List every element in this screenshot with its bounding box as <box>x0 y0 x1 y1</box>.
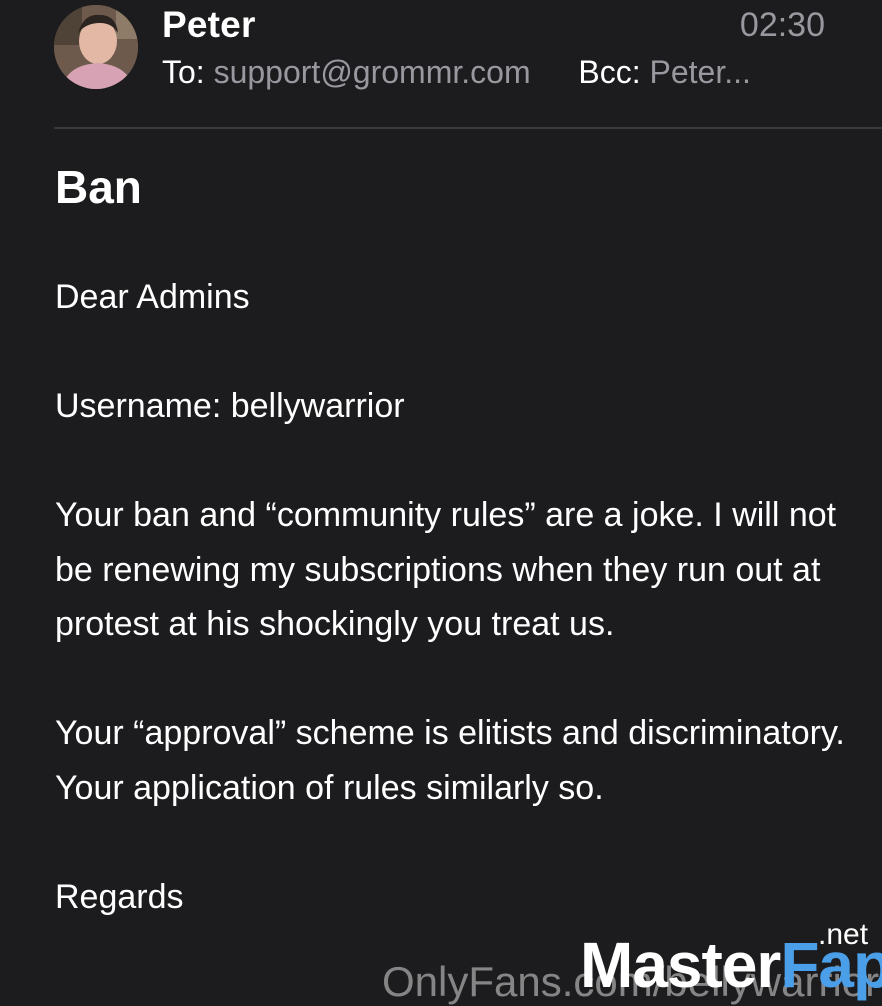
email-time: 02:30 <box>739 6 825 44</box>
sender-avatar[interactable] <box>54 5 138 89</box>
body-paragraph: Username: bellywarrior <box>55 387 405 425</box>
sender-name: Peter <box>162 4 256 45</box>
masterfap-watermark-tld: .net <box>818 918 869 951</box>
body-paragraph: Dear Admins <box>55 278 250 316</box>
email-subject: Ban <box>55 161 142 213</box>
to-label: To: <box>162 54 205 90</box>
body-paragraph: Regards <box>55 877 184 916</box>
body-paragraph: Your “approval” scheme is elitists and d… <box>55 714 845 807</box>
masterfap-watermark-part: Master <box>580 929 781 1001</box>
bcc-address[interactable]: Peter... <box>650 54 751 90</box>
body-paragraph: Your ban and “community rules” are a jok… <box>55 496 837 643</box>
avatar-photo <box>54 5 138 89</box>
recipients-line[interactable]: To: support@grommr.com Bcc: Peter... <box>162 54 751 91</box>
to-address[interactable]: support@grommr.com <box>214 54 531 90</box>
email-body: Dear Admins Username: bellywarrior Your … <box>55 270 855 979</box>
header-divider <box>54 127 882 129</box>
bcc-label: Bcc: <box>578 54 641 90</box>
email-header: Peter 02:30 To: support@grommr.com Bcc: … <box>0 0 882 128</box>
